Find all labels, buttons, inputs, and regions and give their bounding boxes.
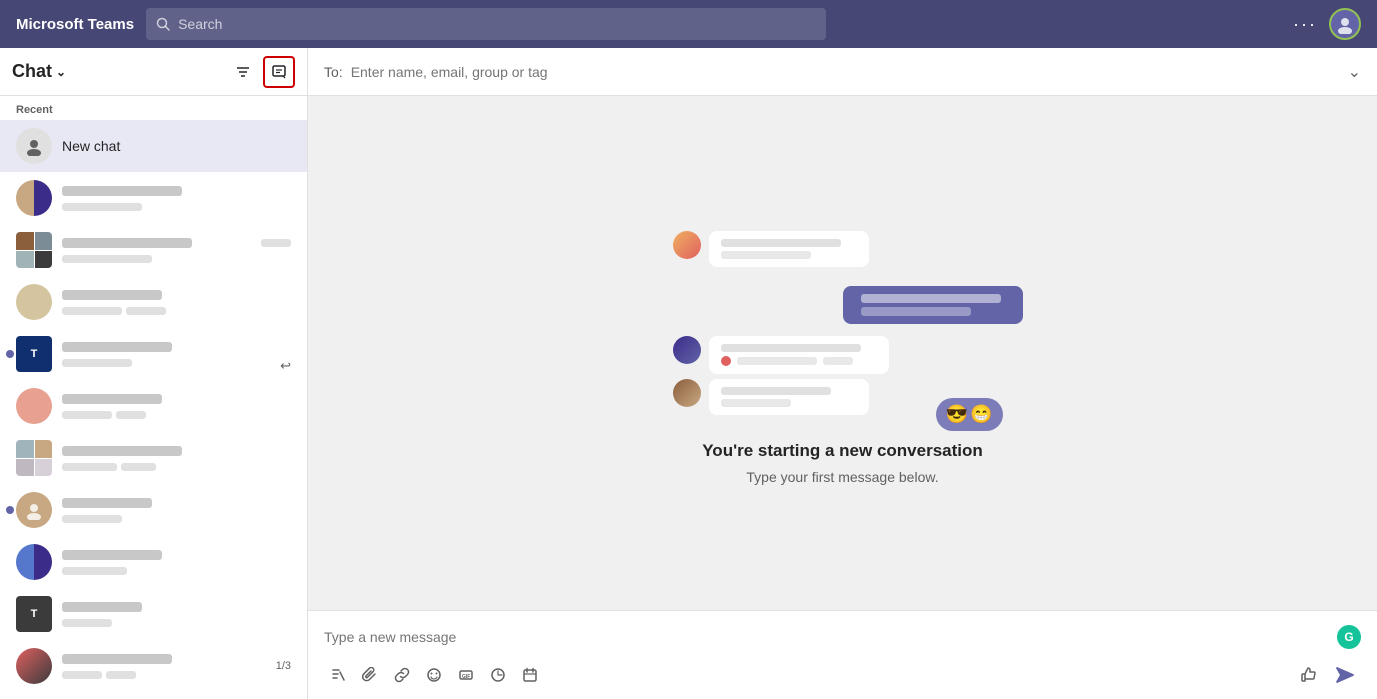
- new-chat-avatar: [16, 128, 52, 164]
- search-bar[interactable]: Search: [146, 8, 826, 40]
- chat-info: [62, 548, 291, 577]
- schedule-button[interactable]: [516, 661, 544, 689]
- list-item[interactable]: [0, 224, 307, 276]
- like-button[interactable]: [1293, 659, 1325, 691]
- list-item[interactable]: 1/3: [0, 640, 307, 692]
- emoji-button[interactable]: [420, 661, 448, 689]
- new-chat-item[interactable]: New chat: [0, 120, 307, 172]
- unread-dot: [6, 506, 14, 514]
- list-item[interactable]: T: [0, 588, 307, 640]
- chat-info: [62, 496, 291, 525]
- unread-dot: [6, 350, 14, 358]
- gif-button[interactable]: GIF: [452, 661, 480, 689]
- more-options-button[interactable]: ···: [1293, 14, 1317, 35]
- message-input-area: G: [308, 610, 1377, 699]
- chat-main-area: 😎 😁 You're starting a new conversation T…: [308, 96, 1377, 610]
- chat-list: T ↩: [0, 172, 307, 699]
- to-input[interactable]: [351, 64, 1348, 80]
- attach-button[interactable]: [356, 661, 384, 689]
- top-bar-right: ···: [1293, 8, 1361, 40]
- to-bar: To: ⌄: [308, 48, 1377, 96]
- sidebar-header: Chat ⌄: [0, 48, 307, 96]
- list-item[interactable]: [0, 536, 307, 588]
- list-item[interactable]: [0, 380, 307, 432]
- chat-info: [62, 340, 270, 369]
- chat-title-chevron[interactable]: ⌄: [56, 65, 66, 79]
- chat-info: [62, 444, 291, 473]
- list-item[interactable]: [0, 484, 307, 536]
- conversation-subtitle: Type your first message below.: [702, 469, 983, 485]
- filter-button[interactable]: [227, 56, 259, 88]
- to-chevron-icon[interactable]: ⌄: [1348, 62, 1361, 82]
- list-item[interactable]: [0, 172, 307, 224]
- grammarly-icon: G: [1337, 625, 1361, 649]
- list-item[interactable]: [0, 432, 307, 484]
- main-area: Chat ⌄: [0, 48, 1377, 699]
- conversation-title: You're starting a new conversation: [702, 441, 983, 461]
- link-button[interactable]: [388, 661, 416, 689]
- pagination: 1/3: [276, 660, 291, 672]
- svg-text:GIF: GIF: [462, 674, 470, 680]
- chat-info: [62, 600, 291, 629]
- conversation-illustration: 😎 😁: [643, 221, 1043, 421]
- send-button[interactable]: [1329, 659, 1361, 691]
- new-chat-label: New chat: [62, 138, 120, 154]
- top-bar: Microsoft Teams Search ···: [0, 0, 1377, 48]
- chat-info: [62, 236, 291, 265]
- sticker-button[interactable]: [484, 661, 512, 689]
- sidebar-title: Chat ⌄: [12, 61, 66, 82]
- emoji-cool: 😎: [946, 404, 968, 425]
- message-input-box: G: [324, 619, 1361, 655]
- starting-text: You're starting a new conversation Type …: [702, 441, 983, 485]
- user-avatar[interactable]: [1329, 8, 1361, 40]
- to-label: To:: [324, 64, 343, 80]
- chat-info: [62, 288, 291, 317]
- new-chat-button[interactable]: [263, 56, 295, 88]
- search-icon: [156, 17, 170, 31]
- format-button[interactable]: [324, 661, 352, 689]
- message-toolbar: GIF: [324, 655, 1361, 695]
- app-title: Microsoft Teams: [16, 16, 134, 33]
- message-input[interactable]: [324, 629, 1337, 645]
- recent-label: Recent: [0, 96, 307, 120]
- chat-info: [62, 652, 266, 681]
- emoji-reactions: 😎 😁: [936, 398, 1003, 431]
- sidebar-header-icons: [227, 56, 295, 88]
- right-panel: To: ⌄: [308, 48, 1377, 699]
- sidebar: Chat ⌄: [0, 48, 308, 699]
- list-item[interactable]: [0, 276, 307, 328]
- chat-info: [62, 184, 291, 213]
- emoji-grin: 😁: [970, 404, 992, 425]
- list-item[interactable]: T ↩: [0, 328, 307, 380]
- chat-info: [62, 392, 291, 421]
- search-placeholder: Search: [178, 16, 222, 32]
